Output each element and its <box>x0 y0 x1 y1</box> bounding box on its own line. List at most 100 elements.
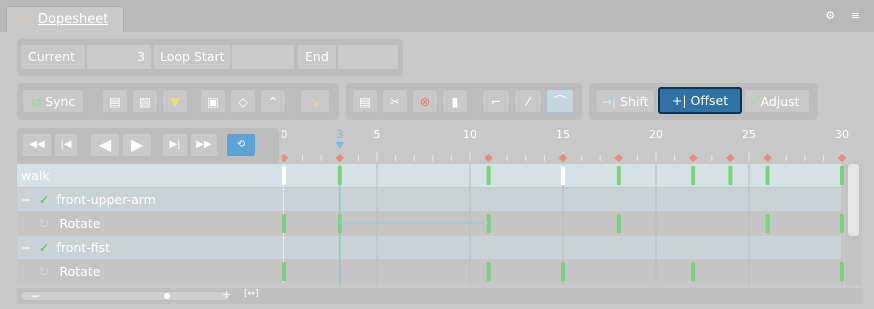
track-label: ↻ Rotate <box>17 212 283 235</box>
lock-button[interactable]: ▣ <box>200 89 226 113</box>
current-frame-input[interactable]: 3 <box>87 45 151 69</box>
bezier-curve-button[interactable]: ⌒ <box>546 89 574 113</box>
linear-curve-icon: ⁄ <box>526 94 530 109</box>
filter-button[interactable]: ▼ <box>162 89 188 113</box>
ruler-label: 0 <box>282 128 288 141</box>
collapse-icon[interactable]: − <box>21 188 39 211</box>
collapse-icon[interactable]: − <box>21 236 39 259</box>
track-name: Rotate <box>59 264 101 279</box>
key-tools-group: ⇄ Sync ▤ ▧ ▼ ▣ ◇ ⌃ ↘ <box>17 83 339 120</box>
key-adjust-group: →| Shift +| Offset ⁄ Adjust <box>589 83 818 120</box>
ruler-label: 10 <box>463 128 477 141</box>
adjust-label: Adjust <box>760 94 800 109</box>
previous-key-button[interactable]: |◀ <box>54 133 78 157</box>
track-label: walk <box>17 164 283 187</box>
zoom-slider-knob[interactable] <box>164 293 170 299</box>
frame-fields: Current 3 Loop Start End <box>17 39 403 76</box>
ruler-key-marker <box>688 153 698 163</box>
copy-icon: ▤ <box>359 94 371 109</box>
zoom-in-icon[interactable]: + <box>222 288 231 301</box>
vertical-scrollbar[interactable] <box>845 164 862 285</box>
end-input[interactable] <box>338 45 398 69</box>
panel-menu-icon[interactable]: ⚙ ≡ <box>825 9 866 22</box>
ruler-label: 25 <box>742 128 756 141</box>
rotate-key <box>486 262 491 281</box>
ruler-key-marker <box>335 153 345 163</box>
skip-start-icon: ◀◀ <box>29 139 45 150</box>
ruler-label: 5 <box>374 128 381 141</box>
ruler-key-marker <box>614 153 624 163</box>
previous-key-icon: |◀ <box>60 139 72 150</box>
keyframe-layer[interactable] <box>282 164 845 285</box>
next-key-button[interactable]: ▶| <box>162 133 188 157</box>
lock-icon: ▣ <box>207 94 219 109</box>
play-button[interactable]: ▶ <box>122 133 152 157</box>
playback-controls: ◀◀ |◀ ◀ ▶ ▶| ▶▶ ⟲ <box>17 128 279 164</box>
stepped-curve-button[interactable]: ⌐ <box>482 89 510 113</box>
zoom-slider[interactable]: − <box>20 289 230 303</box>
rotate-key <box>561 262 565 281</box>
frame-ruler[interactable]: 0 3 5 10 15 20 25 30 <box>282 124 862 166</box>
loop-start-input[interactable] <box>232 45 294 69</box>
key-icon: ◇ <box>238 94 248 109</box>
edit-tools-group: ▤ ✂ ⊗ ▮ ⌐ ⁄ ⌒ <box>346 83 582 120</box>
clipboard-button[interactable]: ▮ <box>442 89 468 113</box>
linear-curve-button[interactable]: ⁄ <box>514 89 542 113</box>
paste-icon: ▧ <box>139 94 151 109</box>
checkmark-icon[interactable]: ✓ <box>39 192 49 207</box>
clipboard-icon: ▮ <box>451 94 459 109</box>
zoom-fit-icon[interactable]: [↔] <box>244 289 259 299</box>
track-name: front-fist <box>56 240 111 255</box>
zoom-out-icon[interactable]: − <box>30 289 40 303</box>
adjust-icon: ⁄ <box>754 94 757 109</box>
offset-button[interactable]: +| Offset <box>658 87 742 114</box>
summary-key <box>282 166 286 185</box>
curve-icon: ⌃ <box>267 94 279 109</box>
track-label: − ✓ front-upper-arm <box>17 188 283 211</box>
copy-keys-button[interactable]: ▤ <box>102 89 128 113</box>
loop-button[interactable]: ⟲ <box>226 133 256 157</box>
rotate-key <box>282 214 286 233</box>
playhead-marker <box>335 142 344 149</box>
scrollbar-thumb[interactable] <box>848 164 859 236</box>
track-name: walk <box>21 168 50 183</box>
rotate-key <box>691 262 696 281</box>
rotate-key <box>616 214 621 233</box>
track-name: front-upper-arm <box>56 192 156 207</box>
summary-key <box>728 166 733 185</box>
delete-button[interactable]: ⊗ <box>412 89 438 113</box>
key-all-button[interactable]: ◇ <box>230 89 256 113</box>
ruler-label: 15 <box>556 128 570 141</box>
panel-tab-bar: ⁞⁞ Dopesheet ⚙ ≡ <box>0 0 874 32</box>
shift-button[interactable]: →| Shift <box>595 89 655 113</box>
sync-button[interactable]: ⇄ Sync <box>22 89 84 113</box>
delete-icon: ⊗ <box>419 94 431 109</box>
rewind-to-start-button[interactable]: ◀◀ <box>22 133 52 157</box>
ruler-label: 30 <box>835 128 849 141</box>
summary-key <box>840 166 844 185</box>
checkmark-icon[interactable]: ✓ <box>39 240 49 255</box>
bezier-button[interactable]: ↘ <box>300 89 330 113</box>
tab-dopesheet[interactable]: ⁞⁞ Dopesheet <box>6 6 124 32</box>
track-name: Rotate <box>59 216 101 231</box>
copy-icon: ▤ <box>109 94 121 109</box>
offset-label: Offset <box>690 93 729 108</box>
next-key-icon: ▶| <box>169 139 181 150</box>
rotate-icon: ↻ <box>39 264 50 279</box>
end-label: End <box>298 45 336 69</box>
bezier-curve-icon: ⌒ <box>553 94 567 109</box>
filter-icon: ▼ <box>170 94 180 109</box>
skip-to-end-button[interactable]: ▶▶ <box>190 133 218 157</box>
bezier-icon: ↘ <box>309 94 321 109</box>
summary-key <box>691 166 696 185</box>
loop-start-label: Loop Start <box>154 45 230 69</box>
paste-keys-button[interactable]: ▧ <box>132 89 158 113</box>
adjust-button[interactable]: ⁄ Adjust <box>744 89 810 113</box>
play-reverse-button[interactable]: ◀ <box>90 133 120 157</box>
ruler-key-marker <box>837 153 847 163</box>
cut-button[interactable]: ✂ <box>382 89 408 113</box>
ruler-label: 20 <box>649 128 663 141</box>
copy-button[interactable]: ▤ <box>352 89 378 113</box>
dopesheet-icon: ⁞⁞ <box>17 13 24 26</box>
scissor-button[interactable]: ⌃ <box>260 89 286 113</box>
